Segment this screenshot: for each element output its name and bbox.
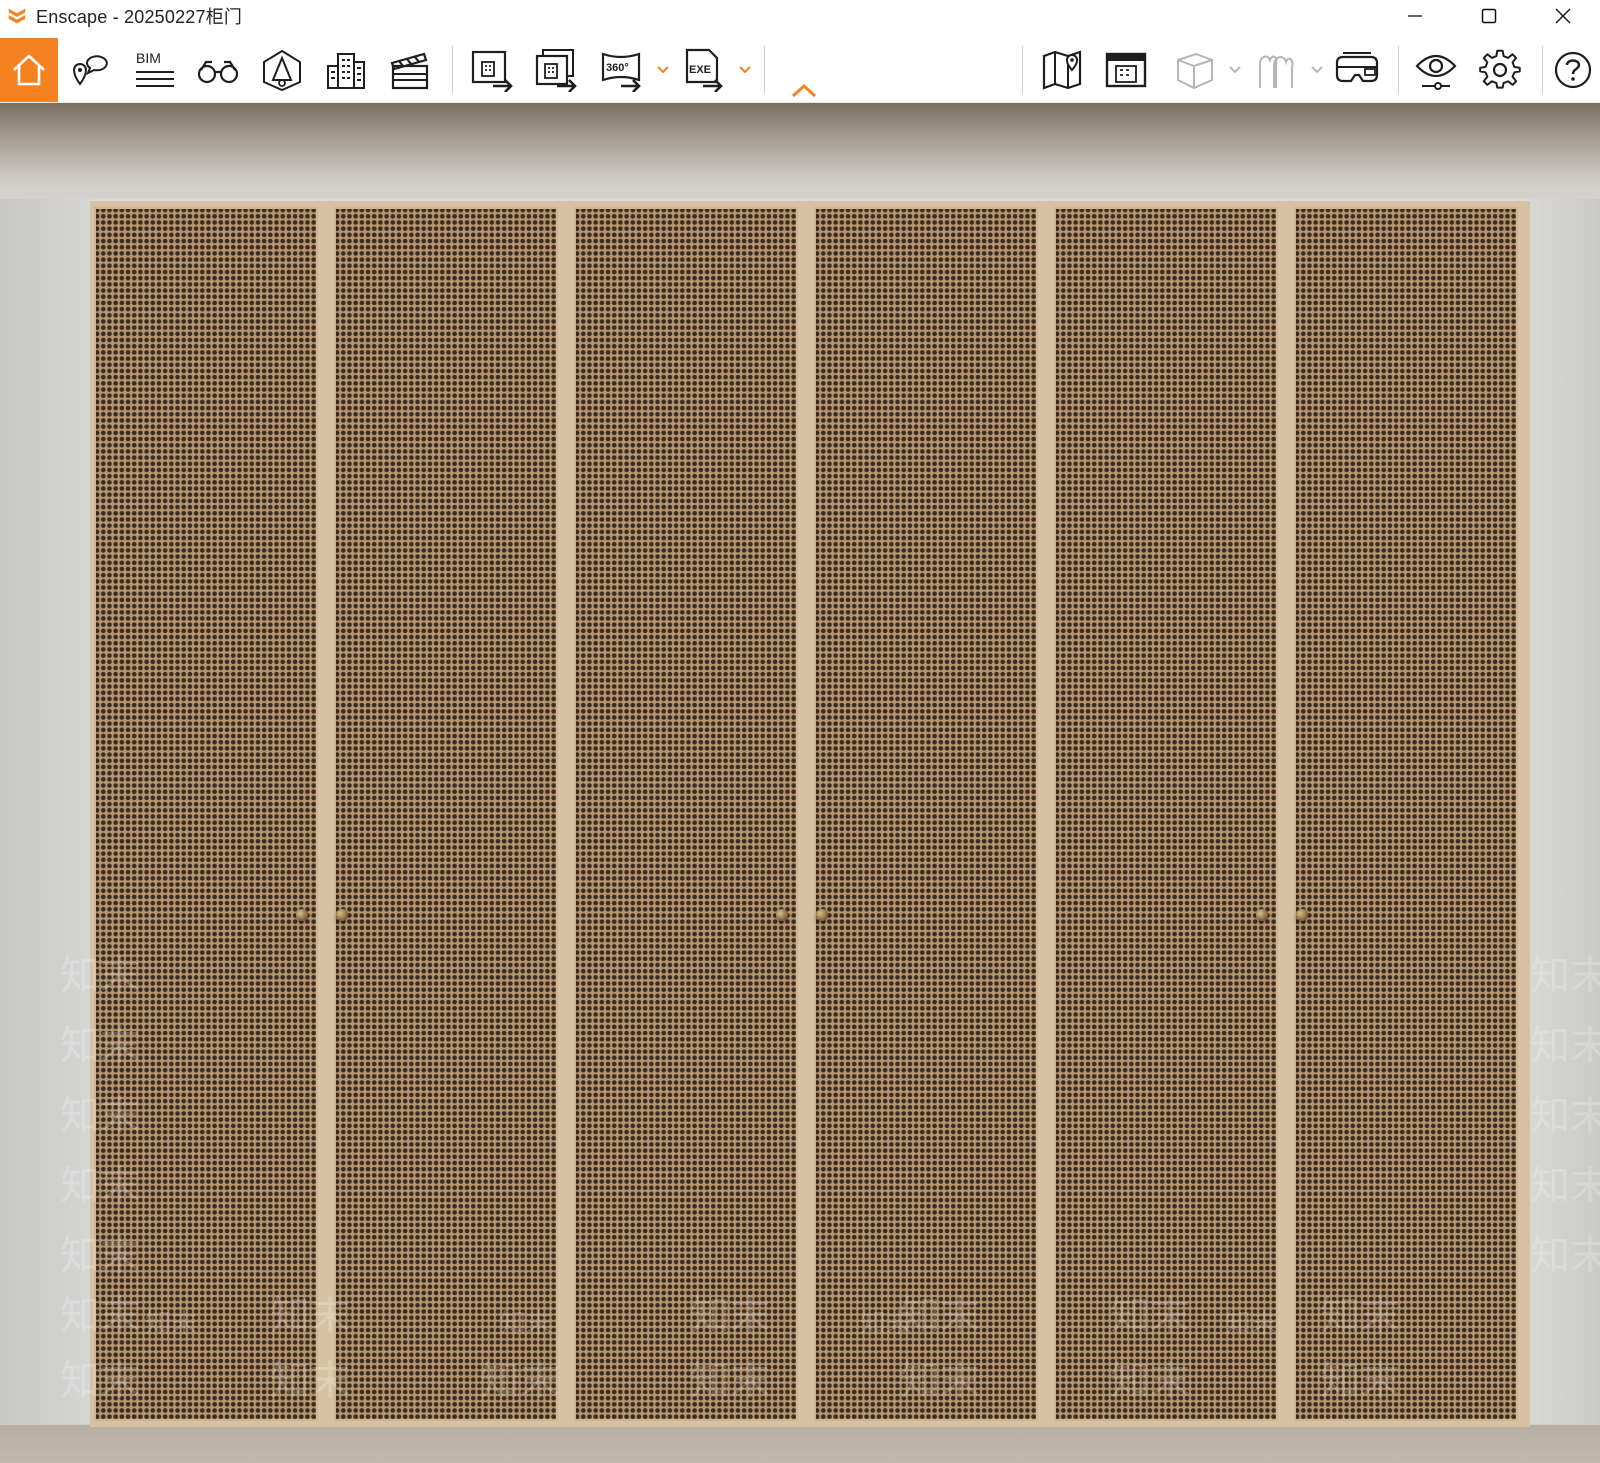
batch-render-button[interactable]: [526, 38, 586, 102]
people-button[interactable]: [1246, 38, 1306, 102]
export-image-icon: [471, 50, 513, 92]
toolbar-separator: [1398, 46, 1399, 94]
help-button[interactable]: [1550, 38, 1596, 102]
bim-label: BIM: [136, 50, 161, 66]
cabinet-door: [334, 207, 558, 1421]
binoculars-icon: [197, 60, 239, 84]
close-button[interactable]: [1526, 0, 1600, 32]
main-toolbar: BIM 360° EXE: [0, 38, 1600, 103]
location-bubbles-icon: [72, 55, 108, 86]
export-exe-icon: EXE: [685, 48, 723, 92]
eye-icon: [1415, 54, 1457, 90]
enscape-logo-icon: [8, 8, 26, 24]
ceiling: [0, 103, 1600, 199]
home-button[interactable]: [0, 38, 58, 102]
toolbar-separator: [1022, 46, 1023, 94]
door-knob: [296, 909, 308, 921]
door-knob: [336, 909, 348, 921]
minimize-icon: [1408, 15, 1422, 17]
views-button[interactable]: [60, 38, 120, 102]
door-knob: [816, 909, 828, 921]
render-image-button[interactable]: [462, 38, 522, 102]
cube-icon: [1177, 52, 1213, 90]
people-icon: [1259, 55, 1294, 88]
close-icon: [1555, 8, 1571, 24]
video-editor-button[interactable]: [380, 38, 440, 102]
door-knob: [1296, 909, 1308, 921]
chevron-down-icon: [739, 66, 751, 74]
minimap-icon: [1105, 52, 1147, 88]
clapperboard-icon: [390, 52, 429, 90]
title-bar: Enscape - 20250227柜门: [0, 0, 1600, 32]
maximize-button[interactable]: [1452, 0, 1526, 32]
cabinet-door: [814, 207, 1038, 1421]
wardrobe: [90, 201, 1530, 1427]
section-box-dropdown[interactable]: [1226, 60, 1244, 80]
panorama-dropdown[interactable]: [654, 60, 672, 80]
batch-export-icon: [535, 49, 577, 92]
home-icon: [13, 54, 45, 86]
toolbar-separator: [764, 46, 765, 94]
settings-button[interactable]: [1470, 38, 1530, 102]
toolbar-separator: [1542, 46, 1543, 94]
chevron-down-icon: [657, 66, 669, 74]
cabinet-door: [1054, 207, 1278, 1421]
gear-icon: [1479, 49, 1521, 89]
bim-icon: BIM: [136, 50, 174, 87]
door-knob: [1256, 909, 1268, 921]
render-viewport[interactable]: 知末 知末 知末 知末 知末 知末 知末 知末 知末 知末 知末 知末 知末 知…: [0, 103, 1600, 1463]
panorama-button[interactable]: 360°: [592, 38, 652, 102]
help-icon: [1554, 51, 1592, 89]
cabinet-door: [574, 207, 798, 1421]
chevron-down-icon: [1229, 66, 1241, 74]
wall-right: [1530, 199, 1600, 1424]
export-exe-button[interactable]: EXE: [674, 38, 734, 102]
chevron-down-icon: [1311, 66, 1323, 74]
toolbar-separator: [452, 46, 453, 94]
asset-library-button[interactable]: [316, 38, 376, 102]
minimize-button[interactable]: [1378, 0, 1452, 32]
minimap-button[interactable]: [1096, 38, 1156, 102]
people-dropdown[interactable]: [1308, 60, 1326, 80]
map-button[interactable]: [1032, 38, 1092, 102]
collapse-toolbar-button[interactable]: [790, 82, 818, 100]
export-exe-dropdown[interactable]: [736, 60, 754, 80]
cabinet-door: [1294, 207, 1518, 1421]
maximize-icon: [1481, 8, 1497, 24]
cabinet-door: [94, 207, 318, 1421]
binoculars-button[interactable]: [188, 38, 248, 102]
atmosphere-icon: [263, 49, 301, 92]
buildings-icon: [327, 53, 365, 89]
panorama-label: 360°: [606, 62, 629, 74]
export-exe-label: EXE: [689, 64, 711, 76]
map-icon: [1042, 50, 1082, 90]
atmosphere-button[interactable]: [252, 38, 312, 102]
vr-headset-icon: [1335, 52, 1379, 83]
visual-settings-button[interactable]: [1406, 38, 1466, 102]
wall-left: [0, 199, 92, 1424]
panorama-360-icon: 360°: [601, 52, 641, 92]
floor: [0, 1425, 1600, 1463]
bim-button[interactable]: BIM: [124, 38, 184, 102]
window-controls: [1378, 0, 1600, 32]
window-title: Enscape - 20250227柜门: [36, 7, 243, 27]
vr-button[interactable]: [1328, 38, 1388, 102]
chevron-up-icon: [791, 83, 817, 98]
section-box-button[interactable]: [1164, 38, 1224, 102]
door-knob: [776, 909, 788, 921]
